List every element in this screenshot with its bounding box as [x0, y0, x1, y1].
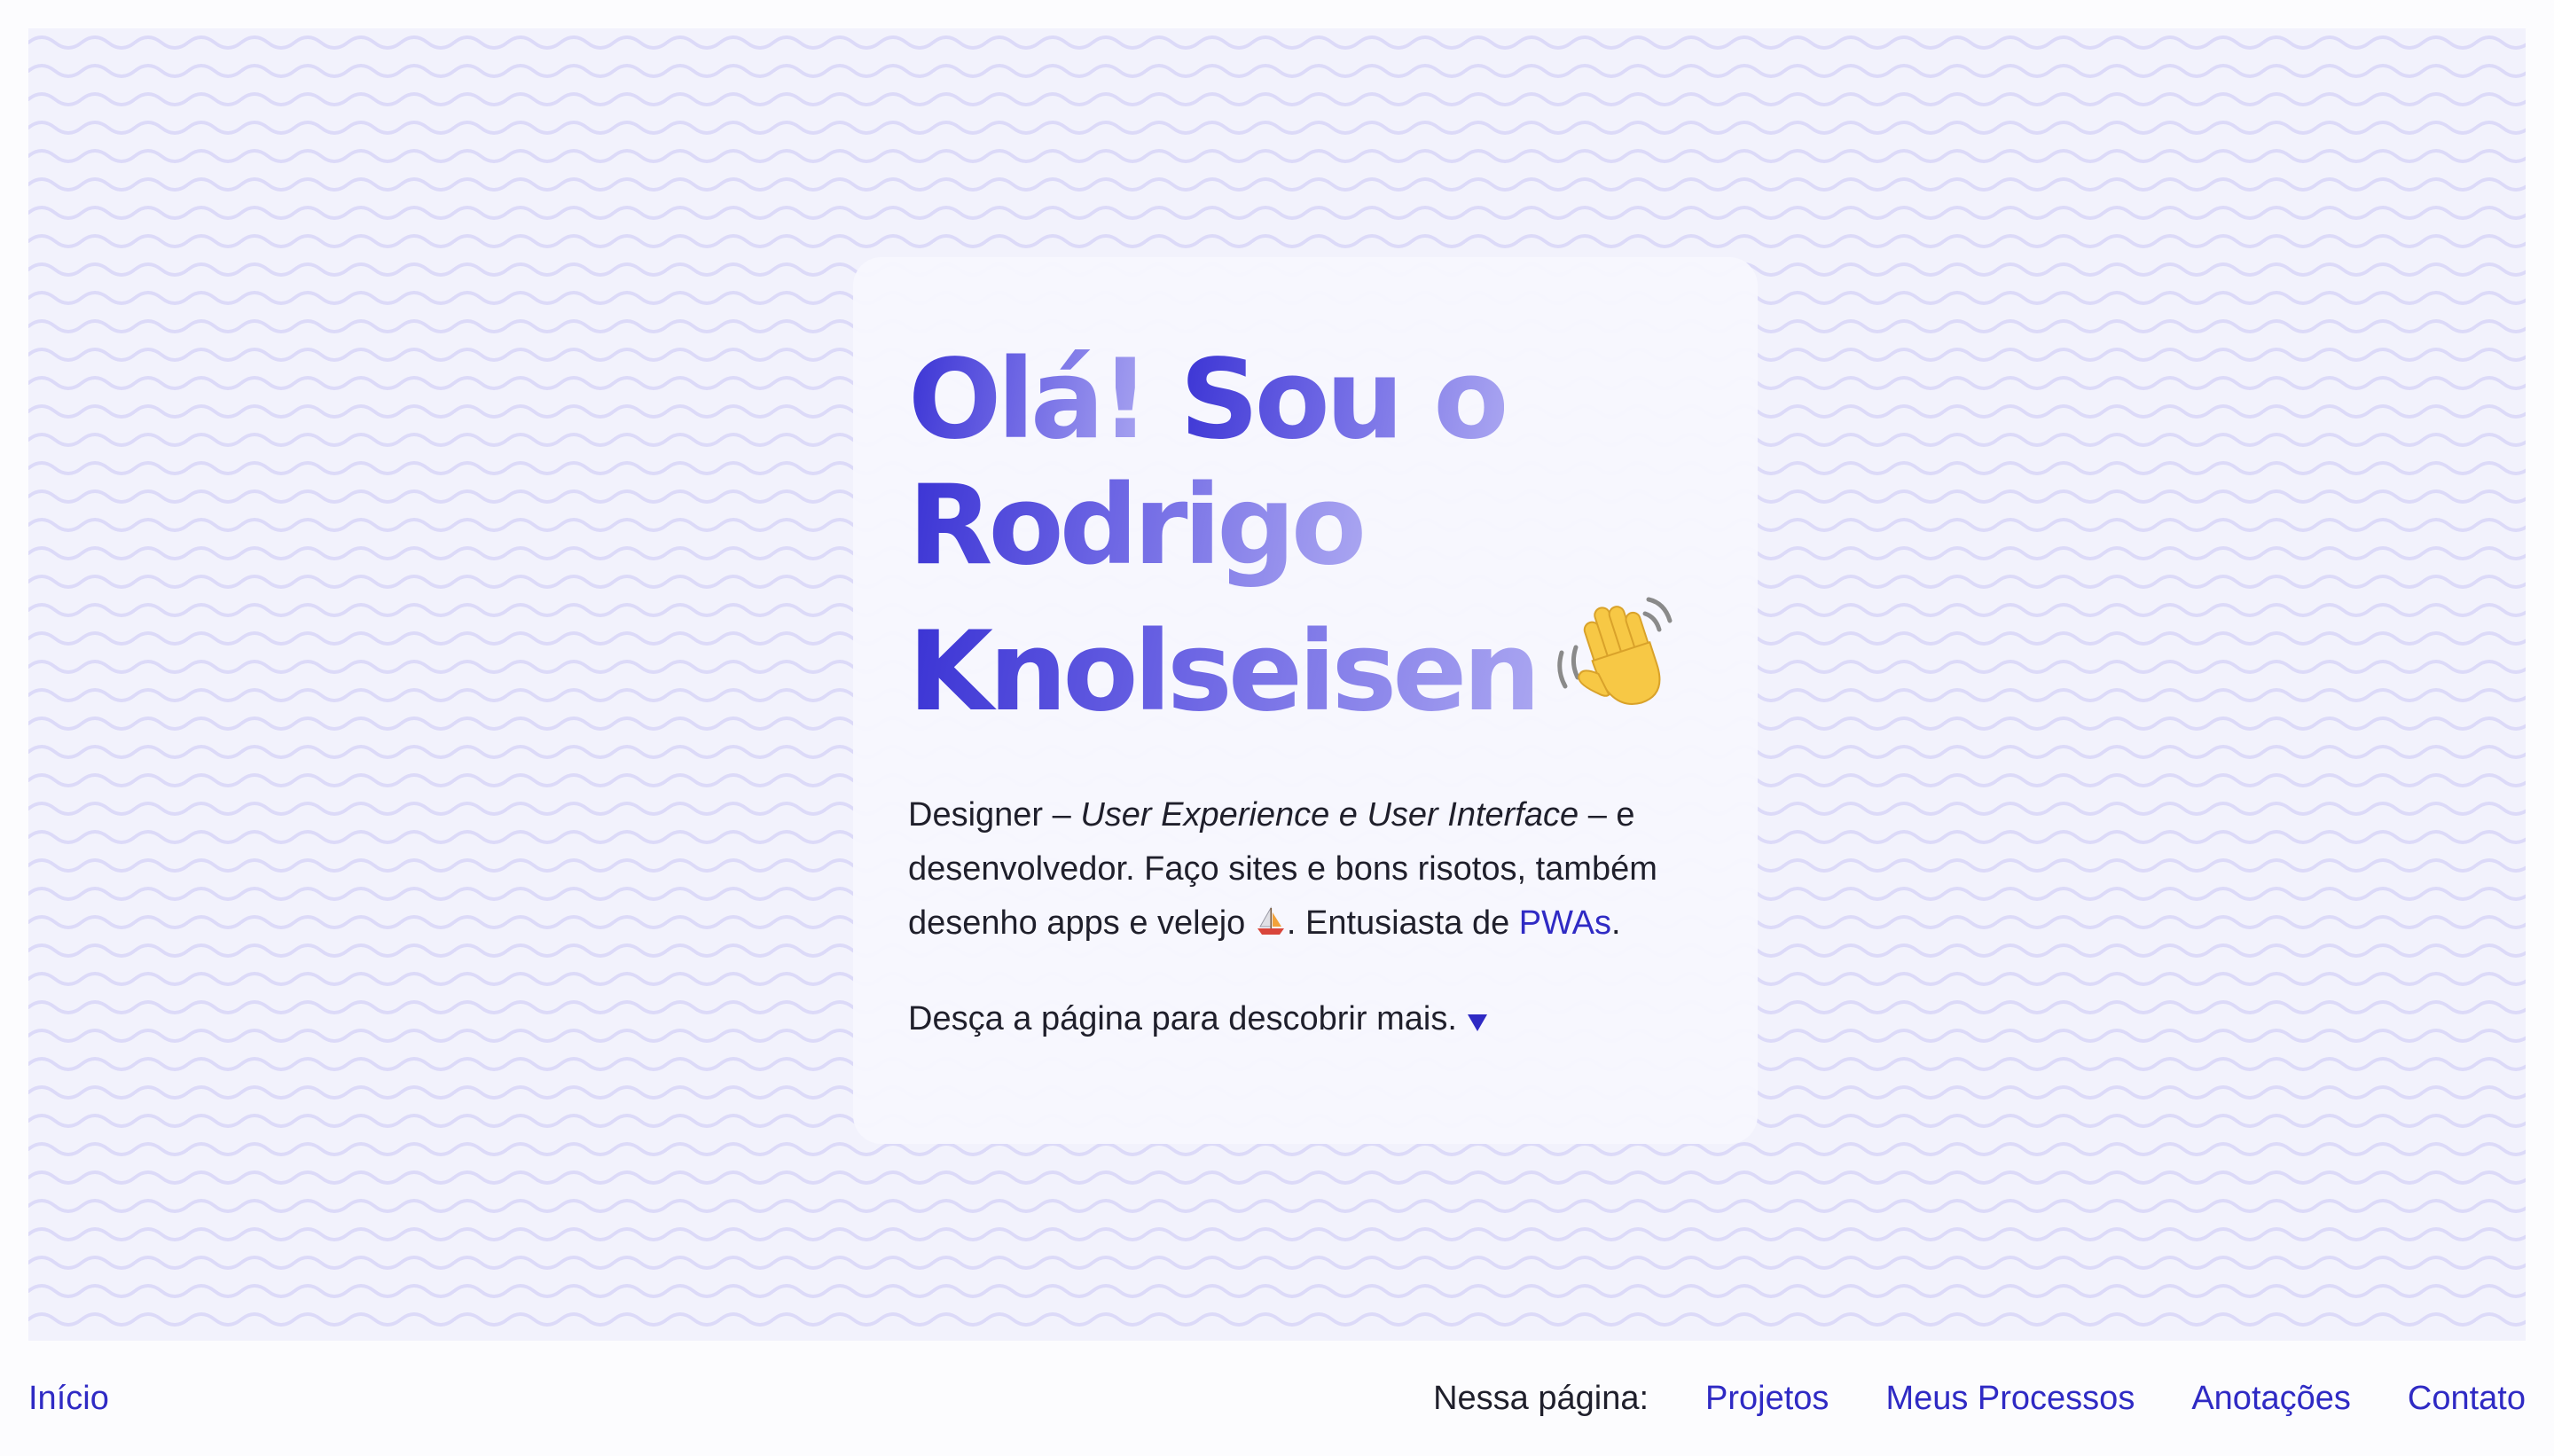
- pwas-link[interactable]: PWAs: [1519, 904, 1611, 942]
- nav-home-link[interactable]: Início: [28, 1376, 109, 1421]
- waving-hand-icon: [1556, 597, 1673, 705]
- nav-link-meus-processos[interactable]: Meus Processos: [1885, 1376, 2135, 1421]
- page: Olá! Sou o Rodrigo Knolseisen Designer –…: [0, 0, 2554, 1456]
- intro-text-enthusiast: . Entusiasta de: [1286, 904, 1519, 942]
- headline-last-name: Knolseisen: [908, 608, 1541, 736]
- intro-card: Olá! Sou o Rodrigo Knolseisen Designer –…: [853, 257, 1758, 1144]
- intro-text-designer: Designer –: [908, 796, 1081, 834]
- intro-paragraph: Designer – User Experience e User Interf…: [908, 788, 1703, 951]
- nav-link-contato[interactable]: Contato: [2408, 1376, 2526, 1421]
- nav-link-projetos[interactable]: Projetos: [1705, 1376, 1829, 1421]
- scroll-hint-text: Desça a página para descobrir mais.: [908, 1000, 1457, 1037]
- headline-first-name: Rodrigo: [908, 462, 1367, 590]
- intro-text-specialty: User Experience e User Interface: [1080, 796, 1579, 834]
- footer-nav: Início Nessa página: Projetos Meus Proce…: [28, 1376, 2526, 1421]
- sailboat-icon: [1257, 906, 1284, 935]
- nav-link-anotacoes[interactable]: Anotações: [2191, 1376, 2351, 1421]
- hero-section: Olá! Sou o Rodrigo Knolseisen Designer –…: [28, 28, 2526, 1341]
- intro-text-period: .: [1610, 904, 1621, 942]
- headline-intro: Sou o: [1179, 336, 1508, 464]
- on-page-nav: Nessa página: Projetos Meus Processos An…: [1433, 1376, 2526, 1421]
- headline-greeting: Olá!: [908, 336, 1150, 464]
- scroll-hint: Desça a página para descobrir mais.: [908, 997, 1703, 1041]
- on-page-label: Nessa página:: [1433, 1380, 1649, 1417]
- triangle-down-icon[interactable]: [1466, 1010, 1489, 1033]
- page-title: Olá! Sou o Rodrigo Knolseisen: [908, 337, 1703, 735]
